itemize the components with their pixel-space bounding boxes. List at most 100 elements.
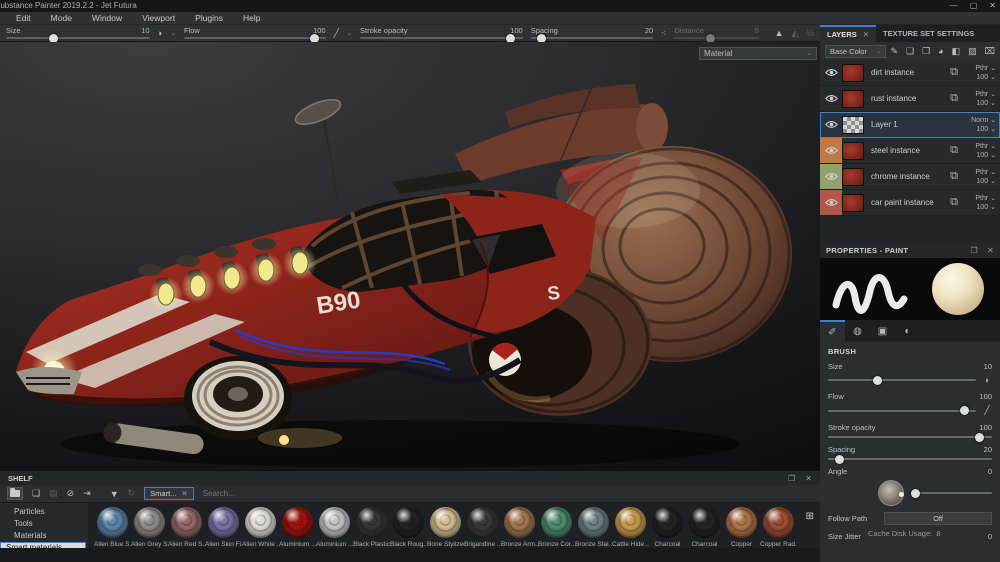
material-sphere[interactable] — [97, 507, 128, 538]
layer-row[interactable]: Layer 1 Norm ⌄ 100 ⌄ — [820, 112, 1000, 138]
material-sphere[interactable] — [763, 507, 794, 538]
layer-thumbnail[interactable] — [842, 142, 864, 160]
close-icon[interactable]: ✕ — [181, 489, 187, 498]
blend-controls[interactable]: Pthr ⌄ 100 ⌄ — [962, 142, 1000, 160]
blend-controls[interactable]: Norm ⌄ 100 ⌄ — [962, 116, 1000, 134]
close-icon[interactable]: ✕ — [805, 474, 812, 483]
tab-texture-set-settings[interactable]: TEXTURE SET SETTINGS — [876, 25, 1000, 42]
eye-icon[interactable] — [825, 68, 838, 77]
tab-brush-icon[interactable]: ✐ — [820, 320, 845, 342]
brush-stroke-opacity-slider[interactable] — [828, 436, 992, 438]
angle-slider[interactable] — [912, 492, 992, 494]
blend-controls[interactable]: Pthr ⌄ 100 ⌄ — [962, 168, 1000, 186]
material-dropdown[interactable]: Material ⌄ — [699, 47, 817, 60]
brush-tip-icon[interactable]: ◗ — [158, 28, 163, 38]
hide-icon[interactable]: ⊘ — [67, 488, 75, 499]
layer-thumbnail[interactable] — [842, 194, 864, 212]
tab-material-icon[interactable]: ◐ — [895, 320, 920, 342]
stroke-opacity-slider[interactable] — [360, 37, 523, 39]
material-sphere[interactable] — [726, 507, 757, 538]
material-sphere[interactable] — [430, 507, 461, 538]
material-sphere[interactable] — [578, 507, 609, 538]
eye-icon[interactable] — [825, 120, 838, 129]
menu-item[interactable]: Window — [92, 13, 122, 23]
follow-path-toggle[interactable]: Off — [884, 512, 992, 525]
close-icon[interactable]: ✕ — [863, 30, 869, 39]
pencil-tip-icon[interactable]: ╱ — [334, 28, 339, 38]
particles-icon[interactable]: ⁖ — [661, 28, 666, 38]
material-sphere[interactable] — [134, 507, 165, 538]
brush-flow-slider[interactable] — [828, 410, 976, 412]
layer-row[interactable]: steel instance ⧉ Pthr ⌄ 100 ⌄ — [820, 138, 1000, 164]
eye-icon[interactable] — [825, 198, 838, 207]
add-effect-icon[interactable]: ✎ — [890, 46, 898, 57]
material-sphere[interactable] — [171, 507, 202, 538]
brush-spacing-slider[interactable] — [828, 458, 992, 460]
menu-item[interactable]: Viewport — [142, 13, 175, 23]
blend-controls[interactable]: Pthr ⌄ 100 ⌄ — [962, 194, 1000, 212]
import-icon[interactable]: ⇥ — [83, 488, 91, 499]
spacing-slider[interactable] — [531, 37, 653, 39]
layer-row[interactable]: dirt instance ⧉ Pthr ⌄ 100 ⌄ — [820, 60, 1000, 86]
visibility-cell[interactable] — [820, 138, 842, 163]
add-folder-icon[interactable]: ▨ — [968, 46, 977, 57]
close-icon[interactable]: ✕ — [989, 0, 996, 12]
menu-item[interactable]: Edit — [16, 13, 31, 23]
3d-viewport[interactable]: B90 S — [0, 42, 820, 470]
tab-alpha-icon[interactable]: ◍ — [845, 320, 870, 342]
size-slider[interactable] — [6, 37, 150, 39]
pencil-tip-icon[interactable]: ╱ — [982, 405, 992, 416]
material-sphere[interactable] — [467, 507, 498, 538]
add-fill-layer-icon[interactable]: ❐ — [922, 46, 930, 57]
layer-row[interactable]: rust instance ⧉ Pthr ⌄ 100 ⌄ — [820, 86, 1000, 112]
eye-icon[interactable] — [825, 94, 838, 103]
material-sphere[interactable] — [245, 507, 276, 538]
blend-controls[interactable]: Pthr ⌄ 100 ⌄ — [962, 64, 1000, 82]
undock-icon[interactable]: ❐ — [971, 246, 978, 255]
material-sphere[interactable] — [208, 507, 239, 538]
layer-row[interactable]: chrome instance ⧉ Pthr ⌄ 100 ⌄ — [820, 164, 1000, 190]
folder-icon[interactable] — [7, 487, 23, 500]
grid-view-icon[interactable]: ⊞ — [806, 511, 814, 522]
layer-row[interactable]: car paint instance ⧉ Pthr ⌄ 100 ⌄ — [820, 190, 1000, 216]
brush-tip-icon[interactable]: ◗ — [982, 375, 992, 385]
visibility-cell[interactable] — [820, 112, 842, 137]
add-smart-material-icon[interactable]: ◕ — [938, 46, 943, 57]
filter-chip[interactable]: Smart... ✕ — [144, 487, 194, 500]
material-sphere[interactable] — [652, 507, 683, 538]
visibility-cell[interactable] — [820, 164, 842, 189]
channel-dropdown[interactable]: Base Color ⌄ — [825, 45, 886, 58]
chevron-down-icon[interactable]: ⌄ — [171, 30, 176, 37]
tab-stencil-icon[interactable]: ▣ — [870, 320, 895, 342]
material-sphere[interactable] — [504, 507, 535, 538]
visibility-cell[interactable] — [820, 190, 842, 215]
minimize-icon[interactable]: — — [950, 0, 958, 12]
material-sphere[interactable] — [393, 507, 424, 538]
shelf-category-item[interactable]: Tools — [0, 518, 88, 529]
add-layer-icon[interactable]: ❏ — [906, 46, 914, 57]
shelf-category-item[interactable]: Materials — [0, 530, 88, 541]
menu-item[interactable]: Help — [243, 13, 260, 23]
filter-icon[interactable]: ▼ — [110, 489, 119, 499]
maximize-icon[interactable]: ▢ — [970, 0, 978, 12]
layer-thumbnail[interactable] — [842, 64, 864, 82]
menu-item[interactable]: Plugins — [195, 13, 223, 23]
material-sphere[interactable] — [541, 507, 572, 538]
chevron-down-icon[interactable]: ⌄ — [347, 30, 352, 37]
layer-thumbnail[interactable] — [842, 90, 864, 108]
layer-thumbnail[interactable] — [842, 168, 864, 186]
layer-thumbnail[interactable] — [842, 116, 864, 134]
eye-icon[interactable] — [825, 146, 838, 155]
new-resource-icon[interactable]: ❏ — [32, 488, 40, 499]
visibility-cell[interactable] — [820, 86, 842, 111]
angle-dial[interactable] — [878, 480, 904, 506]
material-sphere[interactable] — [282, 507, 313, 538]
blend-controls[interactable]: Pthr ⌄ 100 ⌄ — [962, 90, 1000, 108]
material-sphere[interactable] — [615, 507, 646, 538]
undock-icon[interactable]: ❐ — [788, 474, 795, 483]
eye-icon[interactable] — [825, 172, 838, 181]
material-sphere[interactable] — [689, 507, 720, 538]
tab-layers[interactable]: LAYERS ✕ — [820, 25, 876, 42]
shelf-category-item[interactable]: Particles — [0, 506, 88, 517]
flow-slider[interactable] — [184, 37, 326, 39]
